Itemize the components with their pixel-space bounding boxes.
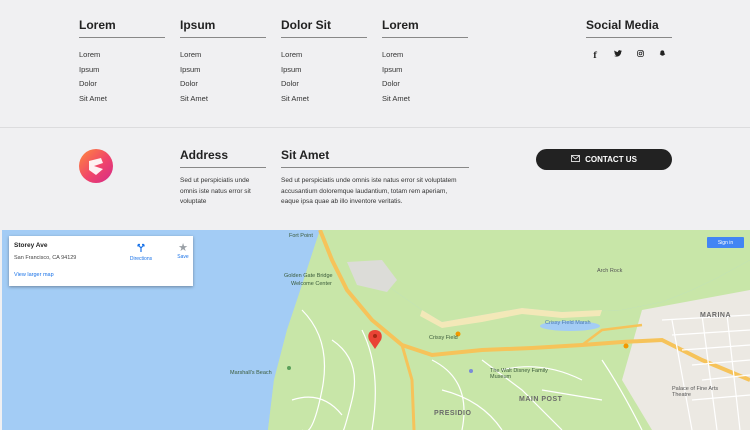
map-label-marina: MARINA (700, 312, 731, 319)
address-heading: Address (180, 148, 266, 168)
footer-link[interactable]: Sit Amet (281, 92, 367, 107)
sit-amet-heading: Sit Amet (281, 148, 469, 168)
footer-column-4: Lorem Lorem Ipsum Dolor Sit Amet (382, 18, 468, 106)
column-heading: Ipsum (180, 18, 266, 38)
column-heading: Lorem (382, 18, 468, 38)
facebook-icon[interactable]: f (590, 50, 600, 60)
directions-icon (126, 243, 156, 256)
map-label-walt-disney: The Walt Disney Family Museum (490, 368, 548, 380)
place-name: Storey Ave (14, 242, 48, 249)
map-label-golden-gate: Golden Gate Bridge (284, 273, 333, 279)
map-label-crissy-field: Crissy Field (429, 335, 458, 341)
beach-marker (287, 366, 291, 370)
place-address: San Francisco, CA 94129 (14, 255, 77, 261)
view-larger-map-link[interactable]: View larger map (14, 272, 54, 278)
instagram-icon[interactable] (635, 50, 645, 60)
footer-link[interactable]: Dolor (281, 77, 367, 92)
envelope-icon (571, 155, 580, 164)
footer-link[interactable]: Sit Amet (382, 92, 468, 107)
star-icon: ★ (178, 242, 188, 254)
address-block: Address Sed ut perspiciatis unde omnis i… (180, 148, 266, 208)
map-signin-button[interactable]: Sign in (707, 237, 744, 248)
footer-link[interactable]: Lorem (281, 48, 367, 63)
save-button[interactable]: ★ Save (173, 242, 193, 261)
footer-column-2: Ipsum Lorem Ipsum Dolor Sit Amet (180, 18, 266, 106)
footer-link[interactable]: Lorem (180, 48, 266, 63)
footer-link[interactable]: Lorem (79, 48, 165, 63)
address-text: Sed ut perspiciatis unde omnis iste natu… (180, 177, 251, 205)
palace-marker (623, 343, 629, 349)
social-media: Social Media f (586, 18, 672, 60)
sit-amet-text: Sed ut perspiciatis unde omnis iste natu… (281, 177, 457, 205)
column-heading: Lorem (79, 18, 165, 38)
footer-link[interactable]: Dolor (79, 77, 165, 92)
footer-link[interactable]: Dolor (180, 77, 266, 92)
map-label-crissy-marsh: Crissy Field Marsh (545, 320, 591, 326)
brand-logo[interactable] (79, 149, 113, 183)
snapchat-icon[interactable] (658, 50, 668, 60)
map-label-fort-point: Fort Point (289, 233, 313, 239)
directions-button[interactable]: Directions (126, 243, 156, 262)
section-divider (0, 127, 750, 128)
map-label-arch-rock: Arch Rock (597, 268, 623, 274)
map-label-palace: Palace of Fine Arts Theatre (672, 386, 719, 398)
footer-column-1: Lorem Lorem Ipsum Dolor Sit Amet (79, 18, 165, 106)
footer-link[interactable]: Ipsum (281, 63, 367, 78)
footer-link[interactable]: Lorem (382, 48, 468, 63)
footer-link[interactable]: Sit Amet (79, 92, 165, 107)
map-label-marshall-beach: Marshall's Beach (230, 370, 272, 376)
sit-amet-block: Sit Amet Sed ut perspiciatis unde omnis … (281, 148, 469, 208)
contact-us-label: CONTACT US (585, 155, 637, 164)
footer-link[interactable]: Ipsum (79, 63, 165, 78)
column-heading: Dolor Sit (281, 18, 367, 38)
footer-link[interactable]: Ipsum (382, 63, 468, 78)
footer-link[interactable]: Sit Amet (180, 92, 266, 107)
contact-us-button[interactable]: CONTACT US (536, 149, 672, 170)
footer-column-3: Dolor Sit Lorem Ipsum Dolor Sit Amet (281, 18, 367, 106)
footer-link[interactable]: Ipsum (180, 63, 266, 78)
map-label-welcome-center: Welcome Center (291, 281, 332, 287)
museum-marker (469, 369, 473, 373)
map-place-card: Storey Ave San Francisco, CA 94129 View … (9, 236, 193, 286)
signin-label: Sign in (717, 239, 734, 246)
save-label: Save (177, 254, 189, 260)
footer-link[interactable]: Dolor (382, 77, 468, 92)
twitter-icon[interactable] (613, 50, 623, 60)
map-label-main-post: MAIN POST (519, 396, 563, 403)
map-label-presidio: PRESIDIO (434, 410, 472, 417)
social-heading: Social Media (586, 18, 672, 38)
directions-label: Directions (129, 256, 153, 262)
